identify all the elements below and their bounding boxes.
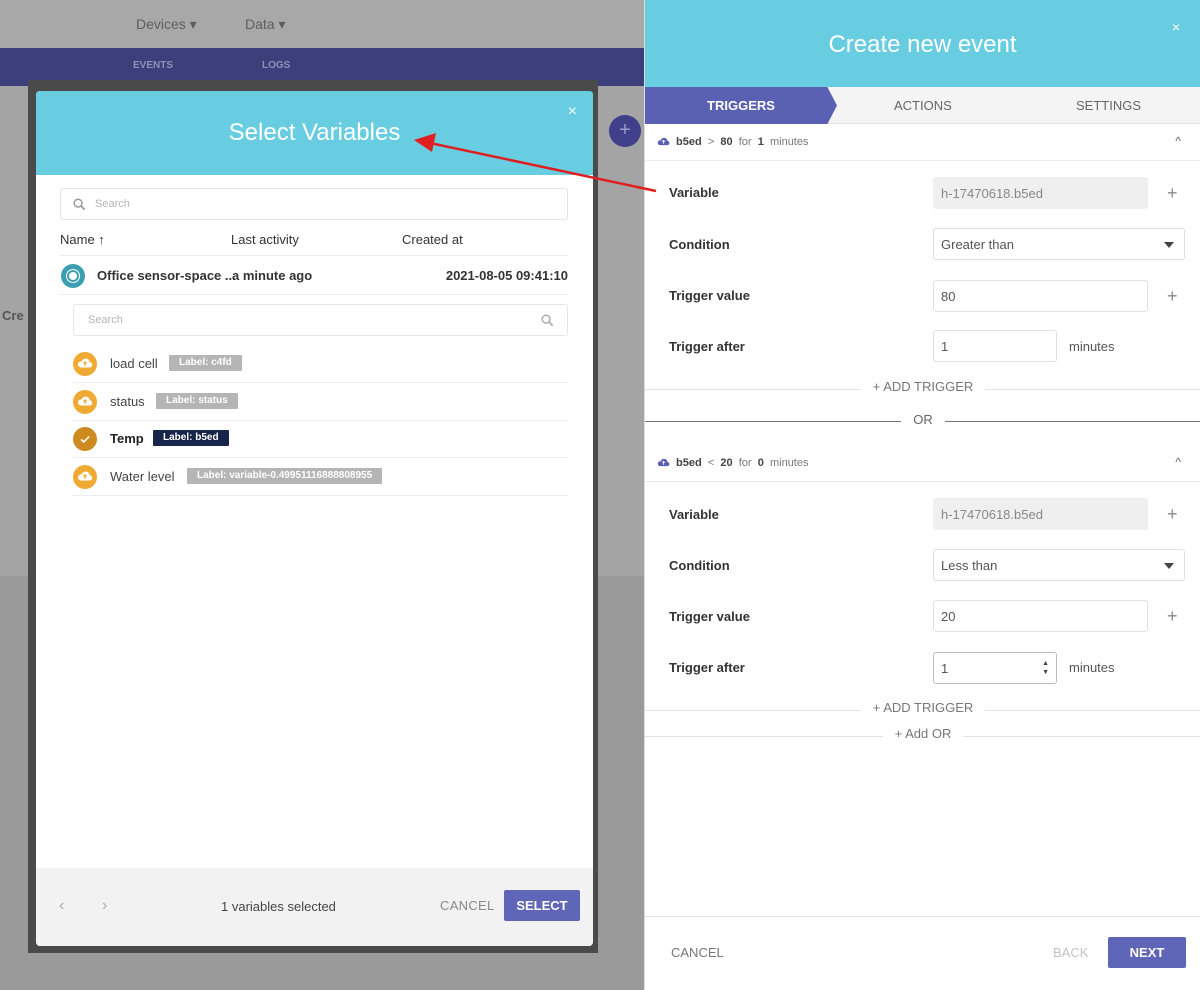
condition-value: Less than <box>941 558 998 573</box>
variable-search-placeholder: Search <box>88 314 123 326</box>
chevron-up-icon[interactable]: ^ <box>1175 455 1181 469</box>
condition-label: Condition <box>669 237 730 252</box>
add-or-button[interactable]: + Add OR <box>645 726 1200 746</box>
cloud-upload-icon <box>73 390 97 414</box>
variable-name: Water level <box>110 469 175 484</box>
tab-triggers[interactable]: TRIGGERS <box>645 87 837 124</box>
selected-count: 1 variables selected <box>221 899 336 914</box>
trigger-after-label: Trigger after <box>669 660 745 675</box>
panel-header: Create new event × <box>645 0 1200 87</box>
condition-label: Condition <box>669 558 730 573</box>
select-variables-modal: Select Variables × Search Name ↑ Last ac… <box>36 91 593 946</box>
device-search-input[interactable]: Search <box>60 188 568 220</box>
cancel-button[interactable]: CANCEL <box>671 945 724 960</box>
cloud-upload-icon <box>73 465 97 489</box>
condition-value: Greater than <box>941 237 1014 252</box>
caret-down-icon <box>1164 563 1174 569</box>
trigger-after-input[interactable]: 1 <box>933 330 1057 362</box>
trigger-2-summary: b5ed < 20 for 0 minutes <box>676 457 809 469</box>
variable-name: load cell <box>110 356 158 371</box>
variable-field[interactable]: h-17470618.b5ed <box>933 177 1148 209</box>
modal-footer: ‹ › 1 variables selected CANCEL SELECT <box>36 868 593 946</box>
background-heading-fragment: Cre <box>2 308 24 323</box>
background-add-button: + <box>609 115 641 147</box>
device-icon <box>61 264 85 288</box>
number-spinner-icon[interactable]: ▲ ▼ <box>1042 659 1049 677</box>
variable-row-water-level[interactable]: Water level Label: variable-0.4995111688… <box>73 458 568 496</box>
trigger-1-header[interactable]: b5ed > 80 for 1 minutes ^ <box>645 124 1200 161</box>
chevron-left-icon[interactable]: ‹ <box>59 897 64 915</box>
subnav-events: EVENTS <box>133 60 174 71</box>
trigger-value-label: Trigger value <box>669 609 750 624</box>
tab-actions[interactable]: ACTIONS <box>894 87 952 124</box>
caret-down-icon <box>1164 242 1174 248</box>
panel-title: Create new event <box>828 31 1017 58</box>
back-button[interactable]: BACK <box>1053 945 1088 960</box>
device-name: Office sensor-space ... <box>97 268 236 283</box>
variable-name: Temp <box>110 431 144 446</box>
condition-select[interactable]: Less than <box>933 549 1185 581</box>
trigger-after-input[interactable]: 1 ▲ ▼ <box>933 652 1057 684</box>
add-variable-button[interactable]: + <box>1167 504 1178 525</box>
tab-settings[interactable]: SETTINGS <box>1076 87 1141 124</box>
trigger-value-input[interactable]: 20 <box>933 600 1148 632</box>
table-header: Name ↑ Last activity Created at <box>60 230 568 256</box>
add-trigger-button[interactable]: + ADD TRIGGER <box>645 379 1200 399</box>
variable-name: status <box>110 394 145 409</box>
device-last-activity: a minute ago <box>232 268 313 283</box>
variable-row-temp[interactable]: Temp Label: b5ed <box>73 420 568 458</box>
trigger-2-header[interactable]: b5ed < 20 for 0 minutes ^ <box>645 445 1200 482</box>
add-variable-button[interactable]: + <box>1167 183 1178 204</box>
background-topbar: Devices ▾ Data ▾ <box>0 0 644 48</box>
condition-select[interactable]: Greater than <box>933 228 1185 260</box>
variable-label-badge: Label: b5ed <box>153 430 229 446</box>
modal-header: Select Variables × <box>36 91 593 175</box>
device-created-at: 2021-08-05 09:41:10 <box>445 268 568 283</box>
trigger-after-unit: minutes <box>1069 339 1115 354</box>
subnav-logs: LOGS <box>262 60 291 71</box>
search-icon <box>73 198 87 212</box>
checkmark-icon <box>73 427 97 451</box>
cloud-upload-icon <box>657 136 670 146</box>
select-button[interactable]: SELECT <box>504 890 580 921</box>
modal-title: Select Variables <box>228 119 401 146</box>
cloud-upload-icon <box>73 352 97 376</box>
panel-footer: CANCEL BACK NEXT <box>645 916 1200 990</box>
cloud-upload-icon <box>657 457 670 467</box>
add-value-button[interactable]: + <box>1167 286 1178 307</box>
variable-label-badge: Label: status <box>156 393 238 409</box>
nav-devices: Devices ▾ <box>136 16 197 32</box>
variable-search-input[interactable]: Search <box>73 304 568 336</box>
next-button[interactable]: NEXT <box>1108 937 1186 968</box>
close-icon[interactable]: × <box>1172 19 1180 35</box>
chevron-right-icon[interactable]: › <box>102 897 107 915</box>
trigger-value-label: Trigger value <box>669 288 750 303</box>
tab-bar: TRIGGERS ACTIONS SETTINGS <box>645 87 1200 124</box>
variable-field[interactable]: h-17470618.b5ed <box>933 498 1148 530</box>
trigger-value-input[interactable]: 80 <box>933 280 1148 312</box>
variable-label-badge: Label: variable-0.49951116888808955 <box>187 468 383 484</box>
variable-label-badge: Label: c4fd <box>169 355 242 371</box>
device-row[interactable]: Office sensor-space ... a minute ago 202… <box>60 257 568 295</box>
add-value-button[interactable]: + <box>1167 606 1178 627</box>
variable-row-load-cell[interactable]: load cell Label: c4fd <box>73 345 568 383</box>
trigger-after-unit: minutes <box>1069 660 1115 675</box>
search-icon <box>541 314 555 328</box>
add-trigger-button[interactable]: + ADD TRIGGER <box>645 700 1200 720</box>
nav-data: Data ▾ <box>245 16 286 32</box>
device-search-placeholder: Search <box>95 198 130 210</box>
cancel-button[interactable]: CANCEL <box>440 898 495 913</box>
close-icon[interactable]: × <box>568 103 577 121</box>
trigger-after-label: Trigger after <box>669 339 745 354</box>
or-divider: OR <box>645 412 1200 432</box>
variable-row-status[interactable]: status Label: status <box>73 383 568 421</box>
chevron-up-icon[interactable]: ^ <box>1175 134 1181 148</box>
trigger-1-summary: b5ed > 80 for 1 minutes <box>676 136 809 148</box>
variable-label: Variable <box>669 185 719 200</box>
column-last-activity[interactable]: Last activity <box>231 232 299 247</box>
column-name[interactable]: Name ↑ <box>60 232 105 247</box>
create-event-panel: Create new event × TRIGGERS ACTIONS SETT… <box>644 0 1200 990</box>
column-created-at[interactable]: Created at <box>402 232 463 247</box>
variable-label: Variable <box>669 507 719 522</box>
